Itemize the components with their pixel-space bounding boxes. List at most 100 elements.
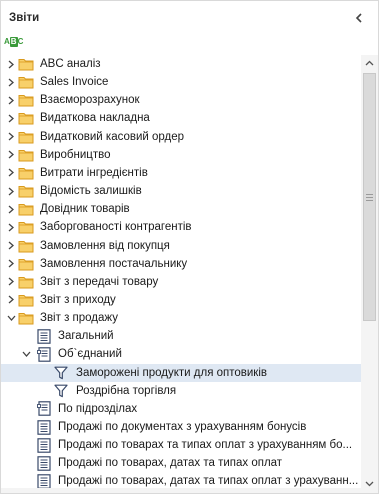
report-icon — [36, 328, 52, 344]
tree-item-label: Звіт з продажу — [40, 312, 118, 325]
vertical-scrollbar[interactable] — [361, 55, 378, 492]
tree-item[interactable]: Взаєморозрахунок — [1, 91, 361, 109]
chevron-left-icon — [355, 12, 362, 23]
reports-tree: ABC аналіз Sales Invoice Взаєморозрахунок В… — [1, 55, 361, 491]
expand-node-button[interactable] — [6, 77, 16, 87]
folder-icon — [18, 274, 34, 290]
chevron-right-icon — [8, 277, 14, 286]
chevron-right-icon — [8, 187, 14, 196]
chevron-right-icon — [8, 96, 14, 105]
folder-icon — [18, 165, 34, 181]
expand-node-button[interactable] — [6, 222, 16, 232]
tree-item[interactable]: Загальний — [1, 327, 361, 345]
horizontal-scrollbar[interactable] — [1, 488, 378, 493]
tree-item-label: Видатковий касовий ордер — [40, 130, 185, 143]
expand-node-button[interactable] — [6, 95, 16, 105]
tree-item[interactable]: Звіт з передачі товару — [1, 273, 361, 291]
expand-node-button[interactable] — [6, 259, 16, 269]
tree-item[interactable]: Роздрібна торгівля — [1, 382, 361, 400]
expand-node-button[interactable] — [6, 113, 16, 123]
collapse-panel-button[interactable] — [350, 9, 368, 27]
folder-icon — [18, 110, 34, 126]
expand-node-button[interactable] — [6, 132, 16, 142]
tree-item-label: Довідник товарів — [40, 203, 130, 216]
tree-item[interactable]: Продажі по товарах та типах оплат з урах… — [1, 436, 361, 454]
tree-item[interactable]: Заморожені продукти для оптовиків — [1, 363, 361, 382]
tree-item[interactable]: Замовлення від покупця — [1, 237, 361, 255]
tree-item[interactable]: Витрати інгредієнтів — [1, 164, 361, 182]
chevron-down-icon — [7, 315, 15, 322]
folder-icon — [18, 56, 34, 72]
folder-icon — [18, 219, 34, 235]
folder-icon — [18, 147, 34, 163]
tree-item[interactable]: ABC аналіз — [1, 55, 361, 73]
tree-item-label: Звіт з приходу — [40, 293, 116, 306]
tree-item-label: Взаєморозрахунок — [40, 94, 140, 107]
chevron-right-icon — [8, 168, 14, 177]
tree-item-label: Виробництво — [40, 148, 111, 161]
reports-panel: Звіти A B C ABC аналіз Sales Invoice Взаєм… — [0, 0, 379, 494]
tree-item-label: Замовлення від покупця — [40, 239, 170, 252]
tree-item[interactable]: Видаткова накладна — [1, 109, 361, 127]
expand-node-button[interactable] — [6, 204, 16, 214]
tree-item-label: Звіт з передачі товару — [40, 275, 159, 288]
collapse-node-button[interactable] — [6, 313, 16, 323]
chevron-right-icon — [8, 78, 14, 87]
tree-item-label: Видаткова накладна — [40, 112, 150, 125]
report-icon — [36, 455, 52, 471]
collapse-node-button[interactable] — [21, 349, 31, 359]
tree-item[interactable]: По підрозділах — [1, 400, 361, 418]
tree-item[interactable]: Продажі по товарах, датах та типах оплат — [1, 454, 361, 472]
tree-item-label: Загальний — [58, 330, 114, 343]
tree-item[interactable]: Замовлення постачальнику — [1, 255, 361, 273]
scroll-thumb[interactable] — [363, 73, 376, 321]
sort-icon-letter-a: A — [4, 37, 10, 46]
folder-icon — [18, 183, 34, 199]
tree-item[interactable]: Об`єднаний — [1, 345, 361, 363]
expand-node-button[interactable] — [6, 295, 16, 305]
chevron-right-icon — [8, 295, 14, 304]
tree-item[interactable]: Продажі по документах з урахуванням бону… — [1, 418, 361, 436]
tree-item[interactable]: Звіт з приходу — [1, 291, 361, 309]
grip-icon — [366, 193, 373, 201]
sort-icon-letter-c: C — [17, 37, 24, 46]
chevron-right-icon — [8, 241, 14, 250]
expand-node-button[interactable] — [6, 186, 16, 196]
folder-icon — [18, 292, 34, 308]
panel-title: Звіти — [9, 11, 40, 24]
tree-item-label: Замовлення постачальнику — [40, 257, 188, 270]
tree-item-label: Відомість залишків — [40, 185, 142, 198]
tree-item-label: По підрозділах — [58, 402, 138, 415]
chevron-right-icon — [8, 132, 14, 141]
tree-item[interactable]: Виробництво — [1, 146, 361, 164]
report-icon — [36, 419, 52, 435]
chevron-right-icon — [8, 60, 14, 68]
expand-node-button[interactable] — [6, 277, 16, 287]
arrow-up-icon — [365, 60, 374, 66]
tree-item[interactable]: Довідник товарів — [1, 200, 361, 218]
tree-item-label: Витрати інгредієнтів — [40, 166, 148, 179]
tree-item-label: Заморожені продукти для оптовиків — [76, 366, 267, 379]
tree-item[interactable]: Відомість залишків — [1, 182, 361, 200]
tree-item-label: Заборгованості контрагентів — [40, 221, 192, 234]
expand-node-button[interactable] — [6, 150, 16, 160]
tree-item-label: ABC аналіз — [40, 58, 101, 70]
tree-item[interactable]: Видатковий касовий ордер — [1, 128, 361, 146]
tree-item[interactable]: Заборгованості контрагентів — [1, 218, 361, 236]
chevron-down-icon — [22, 351, 30, 358]
tree-item-label: Sales Invoice — [40, 76, 109, 89]
sort-button[interactable]: A B C — [4, 36, 23, 48]
tree-item[interactable]: Звіт з продажу — [1, 309, 361, 327]
tree-item[interactable]: Sales Invoice — [1, 73, 361, 91]
tree-item-label: Продажі по документах з урахуванням бону… — [58, 421, 307, 433]
expand-node-button[interactable] — [6, 241, 16, 251]
scroll-up-button[interactable] — [361, 55, 378, 71]
folder-icon — [18, 92, 34, 108]
report-group-icon — [36, 346, 52, 362]
arrow-down-icon — [365, 481, 374, 487]
folder-icon — [18, 310, 34, 326]
panel-header: Звіти — [1, 1, 378, 34]
expand-node-button[interactable] — [6, 59, 16, 69]
sort-icon-letter-b: B — [9, 37, 18, 47]
expand-node-button[interactable] — [6, 168, 16, 178]
